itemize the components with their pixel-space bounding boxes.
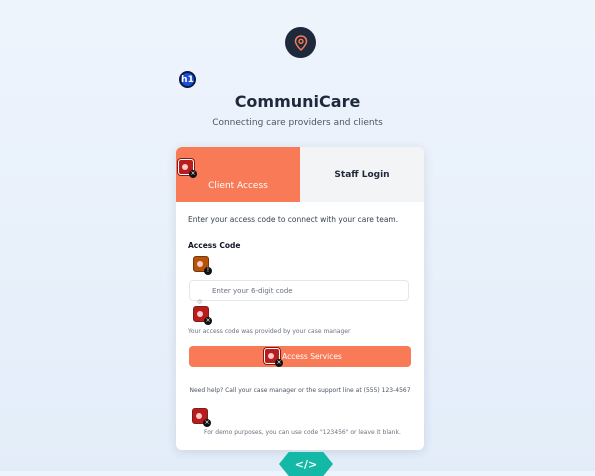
app-logo <box>285 27 316 58</box>
map-pin-icon <box>294 34 307 51</box>
tab-client-access-label: Client Access <box>208 180 268 191</box>
broken-image-icon: × <box>178 159 197 178</box>
access-code-label: Access Code <box>188 241 241 250</box>
page-title: CommuniCare <box>234 92 361 111</box>
page-subtitle: Connecting care providers and clients <box>212 118 383 128</box>
tab-staff-login[interactable]: Staff Login <box>300 147 424 202</box>
tab-staff-login-label: Staff Login <box>334 169 390 180</box>
form-intro: Enter your access code to connect with y… <box>188 215 399 224</box>
access-code-input[interactable] <box>189 280 409 301</box>
access-code-help: Your access code was provided by your ca… <box>188 328 351 335</box>
support-text: Need help? Call your case manager or the… <box>189 387 411 394</box>
tag-warning-icon: ! <box>193 256 212 275</box>
heading-badge-icon: h1 <box>179 71 196 88</box>
dev-tools-icon[interactable]: </> <box>279 452 333 476</box>
lock-icon: ◎ <box>197 298 203 305</box>
tag-error-icon: × <box>193 306 212 325</box>
access-services-label: Access Services <box>282 352 342 361</box>
access-services-button[interactable]: × Access Services <box>189 346 411 367</box>
login-card: Client Access Staff Login × Enter your a… <box>176 147 424 450</box>
demo-note: For demo purposes, you can use code "123… <box>204 429 401 436</box>
login-tabs: Client Access Staff Login <box>176 147 424 202</box>
broken-image-icon: × <box>192 408 211 427</box>
broken-image-icon: × <box>264 348 283 367</box>
